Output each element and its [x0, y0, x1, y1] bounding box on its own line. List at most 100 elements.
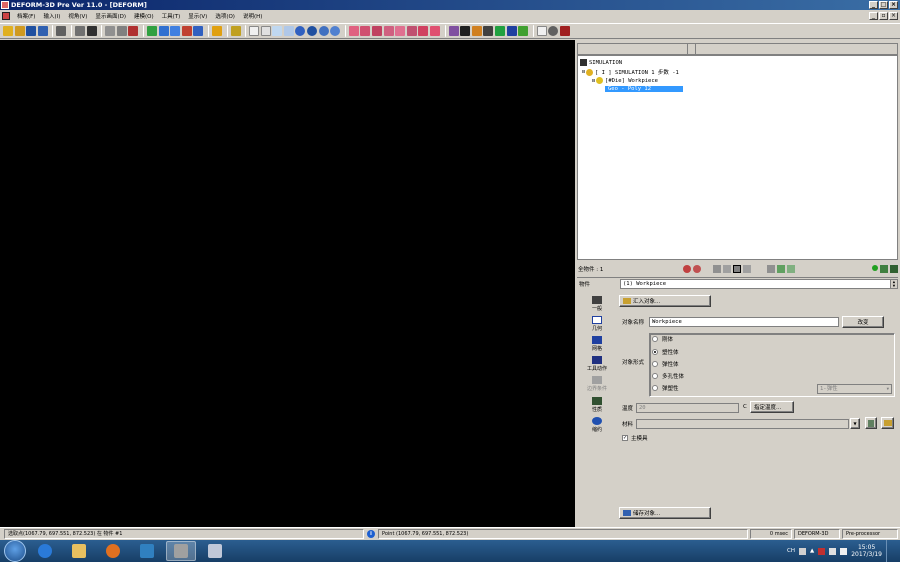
yellow-tool-icon[interactable] [211, 26, 222, 36]
exit-icon[interactable] [559, 26, 570, 36]
collapse-icon[interactable]: ⊟ [592, 78, 595, 84]
tree-header-col[interactable] [688, 44, 696, 54]
taskbar-media[interactable] [98, 541, 128, 561]
hide-icon[interactable] [787, 264, 796, 273]
rotate-y-icon[interactable] [318, 26, 329, 36]
sidebar-item-movement[interactable]: 工具动作 [577, 356, 617, 372]
menu-model[interactable]: 建模(O) [130, 12, 158, 20]
settings-icon[interactable] [116, 26, 127, 36]
show-desktop-button[interactable] [886, 540, 894, 562]
move-icon[interactable] [260, 26, 271, 36]
menu-view[interactable]: 视角(V) [64, 12, 91, 20]
save-icon[interactable] [26, 26, 37, 36]
radio-elastic[interactable]: 弹性体 [652, 360, 679, 368]
menu-file[interactable]: 档案(F) [13, 12, 39, 20]
display-toggle-icon[interactable] [743, 264, 752, 273]
spinner-icon[interactable]: ▲ ▼ [890, 280, 897, 288]
change-button[interactable]: 改变 [842, 316, 884, 328]
rotate-z-icon[interactable] [330, 26, 341, 36]
minimize-button[interactable]: _ [869, 1, 878, 9]
blue-cube-icon[interactable] [158, 26, 169, 36]
menu-options[interactable]: 选项(O) [211, 12, 239, 20]
paste-icon[interactable] [723, 264, 732, 273]
import-object-button[interactable]: 汇入对象... [619, 295, 711, 307]
grid-icon[interactable] [518, 26, 529, 36]
link-icon[interactable] [105, 26, 116, 36]
camera-icon[interactable] [74, 26, 85, 36]
sidebar-item-contact[interactable]: 缩约 [577, 417, 617, 433]
menu-help[interactable]: 说明(H) [239, 12, 266, 20]
radio-plastic[interactable]: 塑性体 [652, 348, 679, 356]
tree-icon[interactable] [880, 264, 888, 273]
doc-minimize-button[interactable]: _ [869, 12, 878, 20]
primary-die-checkbox[interactable]: ✓ 主模具 [622, 434, 648, 442]
clock[interactable]: 15:05 2017/3/19 [851, 544, 882, 558]
language-indicator[interactable]: CH [787, 548, 795, 554]
refresh-icon[interactable] [494, 26, 505, 36]
tree-node-geometry[interactable]: Geo - Poly 12 [605, 86, 683, 92]
taskbar-app-s[interactable] [132, 541, 162, 561]
menu-tools[interactable]: 工具(T) [158, 12, 185, 20]
sidebar-item-property[interactable]: 性质 [577, 397, 617, 413]
object-select[interactable]: (1) Workpiece ▲ ▼ [620, 279, 898, 289]
zoom-icon[interactable] [272, 26, 283, 36]
doc-restore-button[interactable]: ▫ [879, 12, 888, 20]
rotate-icon[interactable] [295, 26, 306, 36]
axis-top-icon[interactable] [430, 26, 440, 36]
radio-elasto-plastic[interactable]: 弹塑性 [652, 384, 679, 392]
temperature-field[interactable]: 20 [636, 403, 739, 413]
tree-node-workpiece[interactable]: ⊟ [#Die] Workpiece [592, 77, 658, 84]
tree-alt-icon[interactable] [890, 264, 898, 273]
sidebar-item-mesh[interactable]: 网格 [577, 336, 617, 352]
help-icon[interactable] [536, 26, 547, 36]
material-field[interactable] [636, 419, 849, 429]
tree-header-col[interactable] [578, 44, 688, 54]
save-as-icon[interactable] [37, 26, 48, 36]
add-object-icon[interactable] [683, 264, 692, 273]
axis-icon[interactable] [348, 26, 359, 36]
red-cube-icon[interactable] [181, 26, 192, 36]
axis-xy-icon[interactable] [360, 26, 371, 36]
ruler-icon[interactable] [230, 26, 241, 36]
elastic-type-dropdown[interactable]: 1-弹性 ▼ [817, 384, 892, 394]
doc-close-button[interactable]: × [889, 12, 898, 20]
menu-show[interactable]: 显示(V) [184, 12, 211, 20]
stop-icon[interactable] [548, 26, 559, 36]
new-icon[interactable] [3, 26, 13, 36]
cube-view-icon[interactable] [193, 26, 204, 36]
graphics-viewport[interactable] [0, 40, 575, 527]
delete-object-icon[interactable] [693, 264, 702, 273]
object-name-field[interactable]: Workpiece [649, 317, 839, 327]
tool-icon[interactable] [128, 26, 139, 36]
rotate-x-icon[interactable] [307, 26, 318, 36]
tree-node-root[interactable]: SIMULATION [580, 59, 622, 66]
pin-icon[interactable] [767, 264, 776, 273]
collapse-icon[interactable]: ⊟ [582, 69, 585, 75]
sidebar-item-general[interactable]: 一般 [577, 296, 617, 312]
close-button[interactable]: × [889, 1, 898, 9]
video-icon[interactable] [86, 26, 97, 36]
taskbar-window[interactable] [200, 541, 230, 561]
material-dropdown-button[interactable]: ▼ [850, 418, 860, 429]
material-icon[interactable] [471, 26, 482, 36]
axis-yz-icon[interactable] [372, 26, 383, 36]
cube-icon[interactable] [170, 26, 181, 36]
save-object-button[interactable]: 储存对象... [619, 507, 711, 519]
maximize-button[interactable]: □ [879, 1, 888, 9]
sidebar-item-bcc[interactable]: 边界条件 [577, 376, 617, 392]
keyboard-icon[interactable] [799, 547, 806, 555]
pointer-icon[interactable] [249, 26, 260, 36]
sidebar-item-geometry[interactable]: 几何 [577, 316, 617, 332]
green-cube-icon[interactable] [146, 26, 157, 36]
document-icon[interactable] [2, 12, 10, 20]
display-icon[interactable] [506, 26, 517, 36]
print-icon[interactable] [56, 26, 67, 36]
taskbar-deform[interactable] [166, 541, 196, 561]
volume-icon[interactable] [840, 547, 848, 555]
copy-icon[interactable] [713, 264, 722, 273]
open-icon[interactable] [14, 26, 25, 36]
start-button[interactable] [4, 540, 26, 562]
show-icon[interactable] [777, 264, 786, 273]
view-icon[interactable] [733, 264, 742, 273]
taskbar-explorer[interactable] [64, 541, 94, 561]
